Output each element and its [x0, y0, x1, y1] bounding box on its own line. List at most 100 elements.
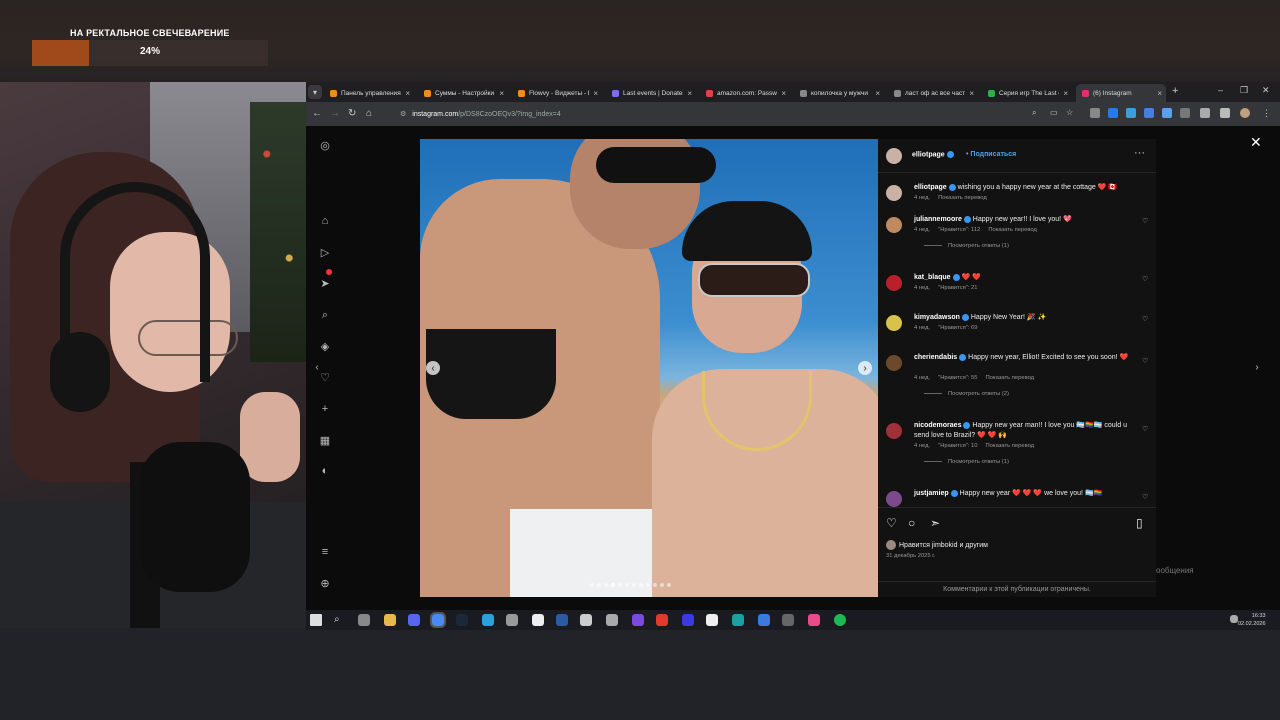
- explore-icon[interactable]: ◈: [318, 339, 332, 353]
- browser-tab[interactable]: копилочка у мужчи ×: [794, 84, 884, 102]
- commenter-username[interactable]: kat_blaque: [914, 274, 951, 281]
- browser-tab[interactable]: (6) Instagram ×: [1076, 84, 1166, 102]
- forward-icon[interactable]: →: [330, 108, 340, 119]
- threads-icon[interactable]: ⊕: [318, 576, 332, 590]
- network-icon[interactable]: [1230, 615, 1238, 623]
- home-icon[interactable]: ⌂: [318, 214, 332, 228]
- taskbar-clock[interactable]: 16:33 02.02.2026: [1238, 612, 1266, 628]
- extensions-puzzle-icon[interactable]: [1200, 108, 1210, 118]
- maximize-button[interactable]: ❐: [1240, 85, 1248, 96]
- commenter-avatar[interactable]: [886, 423, 902, 439]
- instagram-logo-icon[interactable]: ◎: [318, 138, 332, 152]
- commenter-username[interactable]: nicodemoraes: [914, 422, 961, 429]
- app-icon[interactable]: [632, 614, 644, 626]
- browser-tab[interactable]: Серия игр The Last o ×: [982, 84, 1072, 102]
- browser-tab[interactable]: Last events | Donatel ×: [606, 84, 696, 102]
- comment-likes[interactable]: "Нравится": 112: [938, 227, 980, 233]
- split-view-icon[interactable]: [1220, 108, 1230, 118]
- extension-icon[interactable]: [1180, 108, 1190, 118]
- obs-icon[interactable]: [506, 614, 518, 626]
- yandex-icon[interactable]: [656, 614, 668, 626]
- dashboard-icon[interactable]: ▦: [318, 433, 332, 447]
- commenter-username[interactable]: kimyadawson: [914, 314, 960, 321]
- comment-likes[interactable]: "Нравится": 10: [938, 443, 977, 449]
- commenter-avatar[interactable]: [886, 275, 902, 291]
- extension-icon[interactable]: [1108, 108, 1118, 118]
- zoom-icon[interactable]: ⌕: [1032, 108, 1036, 118]
- comment-like-heart-icon[interactable]: ♡: [1142, 217, 1148, 225]
- create-icon[interactable]: +: [318, 402, 332, 416]
- extension-icon[interactable]: [1162, 108, 1172, 118]
- spotify-icon[interactable]: [834, 614, 846, 626]
- author-avatar[interactable]: [886, 185, 902, 201]
- commenter-avatar[interactable]: [886, 491, 902, 507]
- tab-close-icon[interactable]: ×: [499, 89, 504, 98]
- messages-icon[interactable]: ➤: [318, 276, 332, 290]
- document-icon[interactable]: [532, 614, 544, 626]
- bookmark-star-icon[interactable]: ☆: [1066, 108, 1073, 117]
- follow-button[interactable]: • Подписаться: [966, 151, 1016, 158]
- reels-icon[interactable]: ▷: [318, 245, 332, 259]
- commenter-username[interactable]: cheriendabis: [914, 354, 957, 361]
- app-icon[interactable]: [606, 614, 618, 626]
- view-replies-link[interactable]: Посмотреть ответы (1): [924, 243, 1009, 249]
- comment-like-heart-icon[interactable]: ♡: [1142, 493, 1148, 501]
- browser-tab[interactable]: Суммы - Настройки ×: [418, 84, 508, 102]
- tab-close-icon[interactable]: ×: [969, 89, 974, 98]
- more-options-icon[interactable]: ···: [1134, 147, 1145, 159]
- comment-like-heart-icon[interactable]: ♡: [1142, 425, 1148, 433]
- carousel-next-icon[interactable]: ›: [858, 361, 872, 375]
- comment-likes[interactable]: "Нравится": 21: [938, 285, 977, 291]
- minimize-button[interactable]: –: [1218, 85, 1223, 95]
- comment-like-heart-icon[interactable]: ♡: [1142, 357, 1148, 365]
- tab-close-icon[interactable]: ×: [781, 89, 786, 98]
- home-icon[interactable]: ⌂: [366, 108, 372, 119]
- tab-close-icon[interactable]: ×: [687, 89, 692, 98]
- post-image[interactable]: ‹ ›: [420, 139, 878, 597]
- view-replies-link[interactable]: Посмотреть ответы (1): [924, 459, 1009, 465]
- profile-icon[interactable]: ◐: [318, 464, 332, 478]
- translate-link[interactable]: Показать перевод: [986, 443, 1035, 449]
- cast-icon[interactable]: ▭: [1050, 108, 1058, 117]
- like-heart-icon[interactable]: ♡: [886, 516, 897, 530]
- app-icon[interactable]: [682, 614, 694, 626]
- document-icon[interactable]: [706, 614, 718, 626]
- commenter-avatar[interactable]: [886, 315, 902, 331]
- tab-close-icon[interactable]: ×: [593, 89, 598, 98]
- search-icon[interactable]: ⌕: [318, 308, 332, 322]
- browser-menu-icon[interactable]: ⋮: [1262, 108, 1271, 119]
- commenter-avatar[interactable]: [886, 355, 902, 371]
- commenter-avatar[interactable]: [886, 217, 902, 233]
- app-icon[interactable]: [556, 614, 568, 626]
- comment-like-heart-icon[interactable]: ♡: [1142, 275, 1148, 283]
- author-avatar[interactable]: [886, 148, 902, 164]
- app-icon[interactable]: [808, 614, 820, 626]
- extension-icon[interactable]: [1126, 108, 1136, 118]
- comment-icon[interactable]: ○: [908, 516, 915, 530]
- more-menu-icon[interactable]: ≡: [318, 545, 332, 559]
- commenter-username[interactable]: justjamiep: [914, 490, 949, 497]
- previous-post-icon[interactable]: ‹: [310, 360, 324, 374]
- tab-close-icon[interactable]: ×: [1063, 89, 1068, 98]
- carousel-prev-icon[interactable]: ‹: [426, 361, 440, 375]
- extension-icon[interactable]: [1144, 108, 1154, 118]
- task-view-icon[interactable]: [358, 614, 370, 626]
- close-post-icon[interactable]: ✕: [1250, 134, 1262, 151]
- translate-link[interactable]: Показать перевод: [938, 195, 987, 201]
- address-bar[interactable]: ⚙ instagram.com/p/DS8CzoOEQv3/?img_index…: [388, 106, 1028, 122]
- commenter-username[interactable]: juliannemoore: [914, 216, 962, 223]
- view-replies-link[interactable]: Посмотреть ответы (2): [924, 391, 1009, 397]
- app-icon[interactable]: [580, 614, 592, 626]
- telegram-icon[interactable]: [482, 614, 494, 626]
- app-icon[interactable]: [782, 614, 794, 626]
- site-info-icon[interactable]: ⚙: [400, 110, 406, 118]
- browser-tab[interactable]: amazon.com: Passw ×: [700, 84, 790, 102]
- next-post-icon[interactable]: ›: [1250, 360, 1264, 374]
- steam-icon[interactable]: [456, 614, 468, 626]
- profile-avatar[interactable]: [1240, 108, 1250, 118]
- tab-close-icon[interactable]: ×: [405, 89, 410, 98]
- tab-close-icon[interactable]: ×: [875, 89, 880, 98]
- tab-close-icon[interactable]: ×: [1157, 89, 1162, 98]
- window-close-button[interactable]: ✕: [1262, 85, 1270, 96]
- back-icon[interactable]: ←: [312, 108, 322, 119]
